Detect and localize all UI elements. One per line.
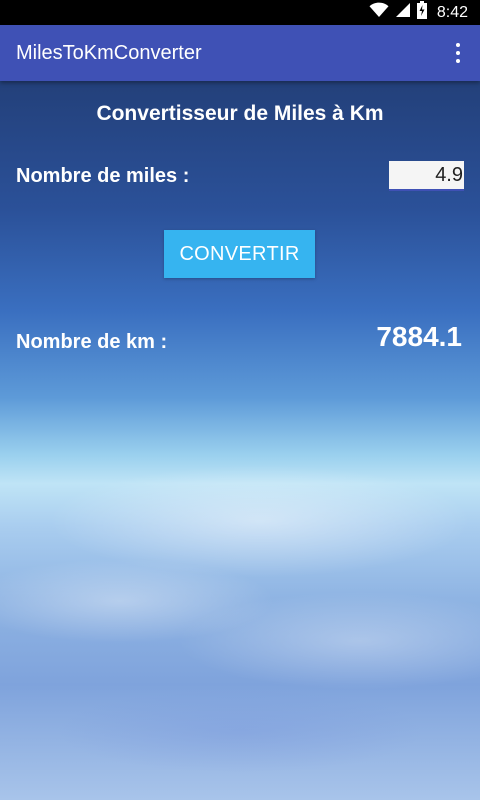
km-result: 7884.1 [376, 321, 462, 352]
status-time: 8:42 [436, 3, 468, 21]
more-vert-icon[interactable] [446, 37, 470, 69]
battery-icon [416, 1, 427, 24]
wifi-icon [369, 2, 389, 23]
miles-input[interactable] [389, 161, 464, 191]
miles-label: Nombre de miles : [16, 165, 190, 187]
status-icons: 8:42 [369, 0, 468, 25]
app-bar: MilesToKmConverter [0, 25, 480, 81]
status-bar: 8:42 [0, 0, 480, 25]
page-heading: Convertisseur de Miles à Km [96, 102, 384, 125]
main-content: Convertisseur de Miles à Km Nombre de mi… [0, 81, 480, 800]
km-label: Nombre de km : [16, 331, 168, 353]
app-title: MilesToKmConverter [16, 42, 202, 64]
convert-button[interactable]: CONVERTIR [164, 230, 315, 278]
signal-icon [395, 2, 411, 23]
